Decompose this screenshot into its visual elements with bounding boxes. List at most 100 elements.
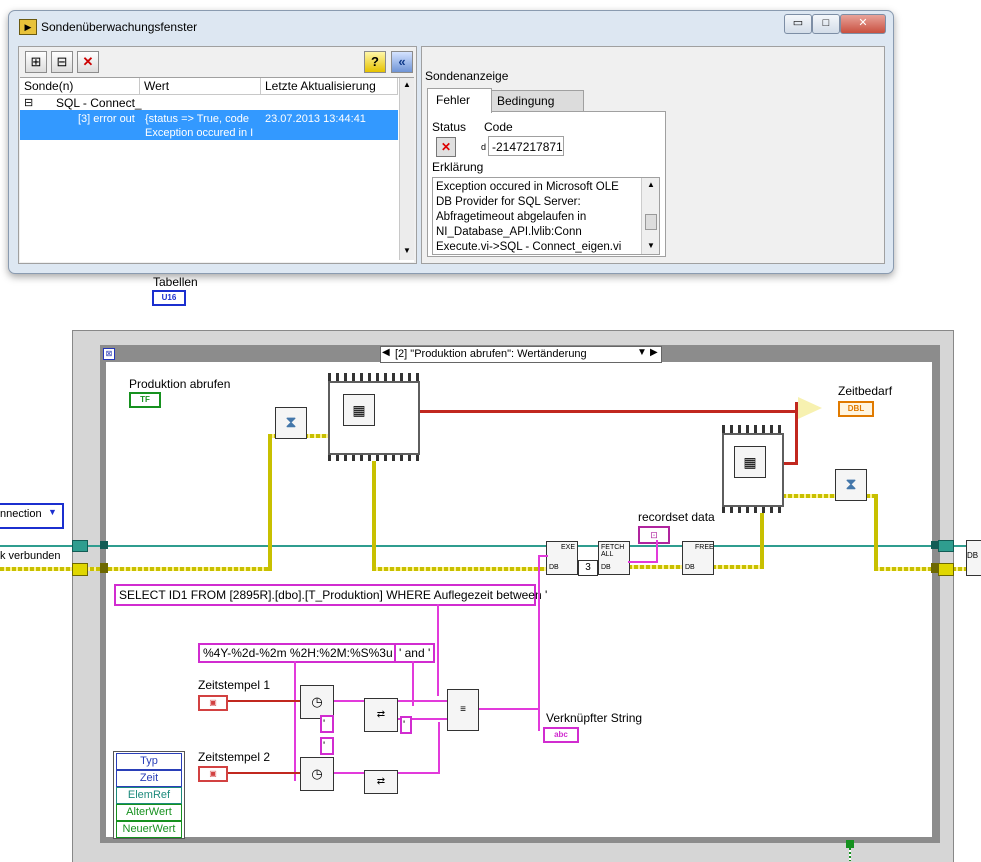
- free-label: FREE: [695, 544, 714, 551]
- event-data-alterwert: AlterWert: [116, 804, 182, 821]
- db-label: DB: [549, 564, 559, 571]
- event-timeout-terminal-icon[interactable]: ⊠: [103, 348, 115, 360]
- tree-collapse-icon[interactable]: ⊟: [24, 96, 33, 109]
- error-tab-panel: Status Code ✕ d -2147217871 Erklärung Ex…: [427, 111, 666, 257]
- explanation-textbox[interactable]: Exception occured in Microsoft OLE DB Pr…: [432, 177, 660, 255]
- quote-const-2[interactable]: ': [320, 737, 334, 755]
- sql-string-constant[interactable]: SELECT ID1 FROM [2895R].[dbo].[T_Produkt…: [114, 584, 547, 606]
- concatenate-strings-node[interactable]: ≡: [447, 689, 479, 731]
- collapse-icon[interactable]: «: [391, 51, 413, 73]
- tab-fehler[interactable]: Fehler: [427, 88, 492, 113]
- error-wire-mid: [372, 567, 548, 571]
- column-header-value[interactable]: Wert: [140, 78, 261, 94]
- event-data-zeit: Zeit: [116, 770, 182, 787]
- table-row-selected[interactable]: [3] error out {status => True, code Exce…: [20, 110, 398, 140]
- scroll-up-icon[interactable]: ▲: [403, 80, 411, 89]
- error-tunnel-right: [938, 563, 954, 576]
- event-case-selector[interactable]: ◀ [2] "Produktion abrufen": Wertänderung…: [380, 346, 662, 363]
- tick-count-icon[interactable]: ▦: [343, 394, 375, 426]
- explanation-scrollbar[interactable]: ▲ ▼: [641, 178, 659, 254]
- status-error-icon: ✕: [436, 137, 456, 157]
- new-probe-icon[interactable]: ⊞: [25, 51, 47, 73]
- column-header-updated[interactable]: Letzte Aktualisierung: [261, 78, 398, 94]
- replace-substring-node-2[interactable]: ⇄: [364, 770, 398, 794]
- zeitstempel1-label: Zeitstempel 1: [198, 678, 271, 692]
- table-scrollbar[interactable]: ▲ ▼: [399, 78, 414, 260]
- connection-control[interactable]: nnection ▼: [0, 503, 64, 529]
- and-string-constant[interactable]: ' and ': [394, 643, 436, 663]
- scroll-down-icon[interactable]: ▼: [403, 246, 411, 255]
- scroll-thumb[interactable]: [645, 214, 657, 230]
- produktion-terminal[interactable]: TF: [129, 392, 161, 408]
- scroll-down-icon[interactable]: ▼: [647, 241, 655, 250]
- recordset-terminal[interactable]: ⊡: [638, 526, 670, 544]
- verkn-label: Verknüpfter String: [546, 711, 643, 725]
- sql-wire-down: [437, 604, 439, 696]
- recordset-wire-vert: [656, 540, 658, 562]
- right-edge-node: DB: [966, 540, 981, 576]
- db-execute-query-node[interactable]: EXE DB: [546, 541, 578, 575]
- zeitstempel2-terminal[interactable]: ▣: [198, 766, 228, 782]
- tick-count-icon-2[interactable]: ▦: [734, 446, 766, 478]
- event-data-node[interactable]: Typ Zeit ElemRef AlterWert NeuerWert: [113, 751, 185, 839]
- probe-display-pane: Sondenanzeige Fehler Bedingung Status Co…: [421, 46, 885, 264]
- code-value-field: -2147217871: [488, 136, 564, 156]
- wait-ms-icon-2[interactable]: ⧗: [835, 469, 867, 501]
- zeitstempel2-label: Zeitstempel 2: [198, 750, 271, 764]
- timing-wire-top: [360, 410, 798, 413]
- tree-item-sql-connect[interactable]: SQL - Connect_: [56, 96, 142, 110]
- table-header-divider: [20, 94, 398, 95]
- ts1-wire: [228, 700, 300, 702]
- const-three[interactable]: 3: [578, 560, 598, 576]
- recordset-label: recordset data: [638, 510, 715, 524]
- explanation-text: Exception occured in Microsoft OLE DB Pr…: [436, 181, 622, 253]
- close-button[interactable]: ✕: [840, 14, 886, 34]
- error-wire-up1: [268, 436, 272, 571]
- concat-to-exe-wire: [538, 555, 540, 731]
- connection-dropdown-icon[interactable]: ▼: [48, 507, 57, 517]
- status-label: Status: [432, 120, 467, 134]
- zeitstempel1-terminal[interactable]: ▣: [198, 695, 228, 711]
- case-prev-icon[interactable]: ◀: [382, 347, 390, 358]
- wait-ms-icon[interactable]: ⧗: [275, 407, 307, 439]
- format-datetime-node-2[interactable]: ◷: [300, 757, 334, 791]
- string-wire-rise: [438, 722, 440, 774]
- help-icon[interactable]: ?: [364, 51, 386, 73]
- event-data-neuerwert: NeuerWert: [116, 821, 182, 838]
- format-datetime-node-1[interactable]: ◷: [300, 685, 334, 719]
- error-tunnel-inner-right: [931, 563, 939, 573]
- tab-bedingung[interactable]: Bedingung: [490, 90, 584, 113]
- ts2-wire: [228, 772, 300, 774]
- format-string-constant[interactable]: %4Y-%2d-%2m %2H:%2M:%S%3u: [198, 643, 398, 663]
- format-wire-down: [294, 661, 296, 781]
- scroll-up-icon[interactable]: ▲: [647, 180, 655, 189]
- probe-value-line2: Exception occured in I: [145, 127, 254, 139]
- error-wire-left: [0, 567, 271, 571]
- quote-const-1[interactable]: ': [320, 715, 334, 733]
- subtract-icon[interactable]: [798, 397, 822, 419]
- replace-substring-node-1[interactable]: ⇄: [364, 698, 398, 732]
- case-next-icon[interactable]: ▶: [650, 347, 658, 358]
- db-fetch-all-node[interactable]: FETCH ALL DB: [598, 541, 630, 575]
- delete-probe-icon[interactable]: ✕: [77, 51, 99, 73]
- zeitbedarf-indicator[interactable]: DBL: [838, 401, 874, 417]
- probe-value-line1: {status => True, code: [145, 113, 249, 125]
- maximize-button[interactable]: □: [812, 14, 840, 34]
- case-dropdown-icon[interactable]: ▼: [637, 347, 647, 358]
- loop-condition-wire: [849, 848, 851, 861]
- grid-probe-icon[interactable]: ⊟: [51, 51, 73, 73]
- tabellen-terminal[interactable]: U16: [152, 290, 186, 306]
- db-free-node[interactable]: FREE DB: [682, 541, 714, 575]
- concat-to-exe-top: [538, 555, 548, 557]
- tab-fehler-label: Fehler: [436, 93, 471, 107]
- probe-name-cell: [3] error out: [78, 113, 135, 125]
- error-wire-rise: [760, 504, 764, 569]
- minimize-button[interactable]: ▭: [784, 14, 812, 34]
- ref-tunnel-inner-left: [100, 541, 108, 549]
- zeitbedarf-label: Zeitbedarf: [838, 384, 893, 398]
- quote-const-3[interactable]: ': [400, 716, 412, 734]
- verkn-indicator[interactable]: abc: [543, 727, 579, 743]
- column-header-probes[interactable]: Sonde(n): [20, 78, 140, 94]
- connection-ref-wire: [0, 545, 981, 547]
- probe-list-pane: ⊞ ⊟ ✕ ? « Sonde(n) Wert Letzte Aktualisi…: [18, 46, 417, 264]
